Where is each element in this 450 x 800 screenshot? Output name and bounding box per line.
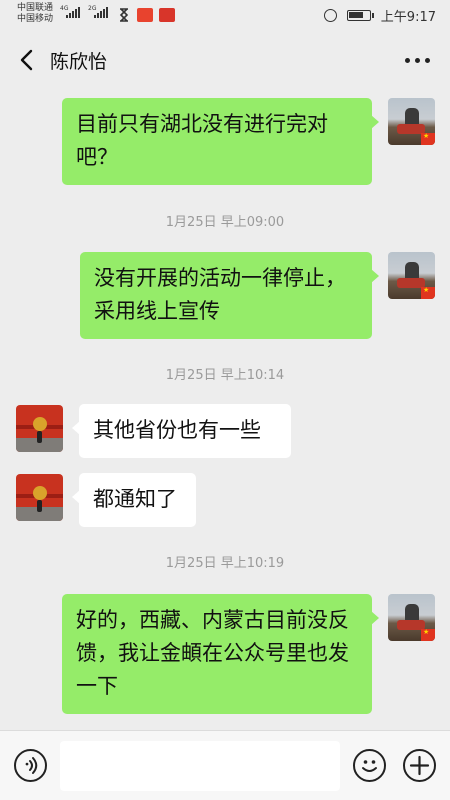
- status-time: 上午9:17: [380, 10, 436, 25]
- message-bubble-outgoing[interactable]: 好的，西藏、内蒙古目前没反馈，我让金頔在公众号里也发一下: [62, 594, 379, 714]
- message-timestamp: 1月25日 早上10:19: [165, 556, 285, 571]
- avatar-me[interactable]: [388, 594, 435, 641]
- carrier-2: 中国移动: [17, 14, 54, 24]
- message-text: 好的，西藏、内蒙古目前没反馈，我让金頔在公众号里也发一下: [76, 608, 349, 698]
- carrier-info: 中国联通 中国移动: [17, 3, 53, 25]
- plus-button[interactable]: [403, 749, 436, 782]
- message-bubble-incoming[interactable]: 其他省份也有一些: [72, 404, 291, 458]
- battery-icon: [346, 10, 374, 21]
- signal-icon-2: [94, 7, 108, 18]
- message-timestamp: 1月25日 早上09:00: [165, 215, 285, 230]
- message-text: 其他省份也有一些: [93, 418, 261, 442]
- voice-icon: [25, 757, 38, 774]
- message-input[interactable]: [60, 741, 340, 791]
- emoji-icon: [362, 760, 377, 772]
- message-text: 目前只有湖北没有进行完对吧？: [76, 112, 328, 169]
- message-text: 没有开展的活动一律停止，采用线上宣传: [94, 266, 346, 323]
- avatar-me[interactable]: [388, 252, 435, 299]
- hourglass-icon: [119, 8, 129, 22]
- message-text: 都通知了: [93, 487, 177, 511]
- avatar-contact[interactable]: [16, 405, 63, 452]
- emoji-button[interactable]: [353, 749, 386, 782]
- message-bubble-outgoing[interactable]: 没有开展的活动一律停止，采用线上宣传: [80, 252, 379, 339]
- avatar-contact[interactable]: [16, 474, 63, 521]
- more-dots-icon[interactable]: [405, 58, 430, 63]
- message-input-bar: [0, 730, 450, 800]
- status-app-icons: [117, 8, 175, 22]
- chat-title: 陈欣怡: [50, 51, 108, 73]
- message-bubble-incoming[interactable]: 都通知了: [72, 473, 196, 527]
- avatar-me[interactable]: [388, 98, 435, 145]
- chat-header: 陈欣怡: [0, 30, 450, 90]
- signal-icon: [66, 7, 80, 18]
- chevron-left-icon[interactable]: [16, 48, 40, 72]
- message-timestamp: 1月25日 早上10:14: [165, 368, 285, 383]
- app-notification-icon: [137, 8, 153, 22]
- app-notification-icon: [159, 8, 175, 22]
- status-bar: 中国联通 中国移动 4G 2G 上午9:17: [0, 0, 450, 30]
- voice-button[interactable]: [14, 749, 47, 782]
- alarm-icon: [323, 9, 337, 22]
- status-right: 上午9:17: [323, 6, 436, 25]
- carrier-1: 中国联通: [17, 3, 54, 13]
- message-bubble-outgoing[interactable]: 目前只有湖北没有进行完对吧？: [62, 98, 379, 185]
- plus-icon: [409, 755, 430, 776]
